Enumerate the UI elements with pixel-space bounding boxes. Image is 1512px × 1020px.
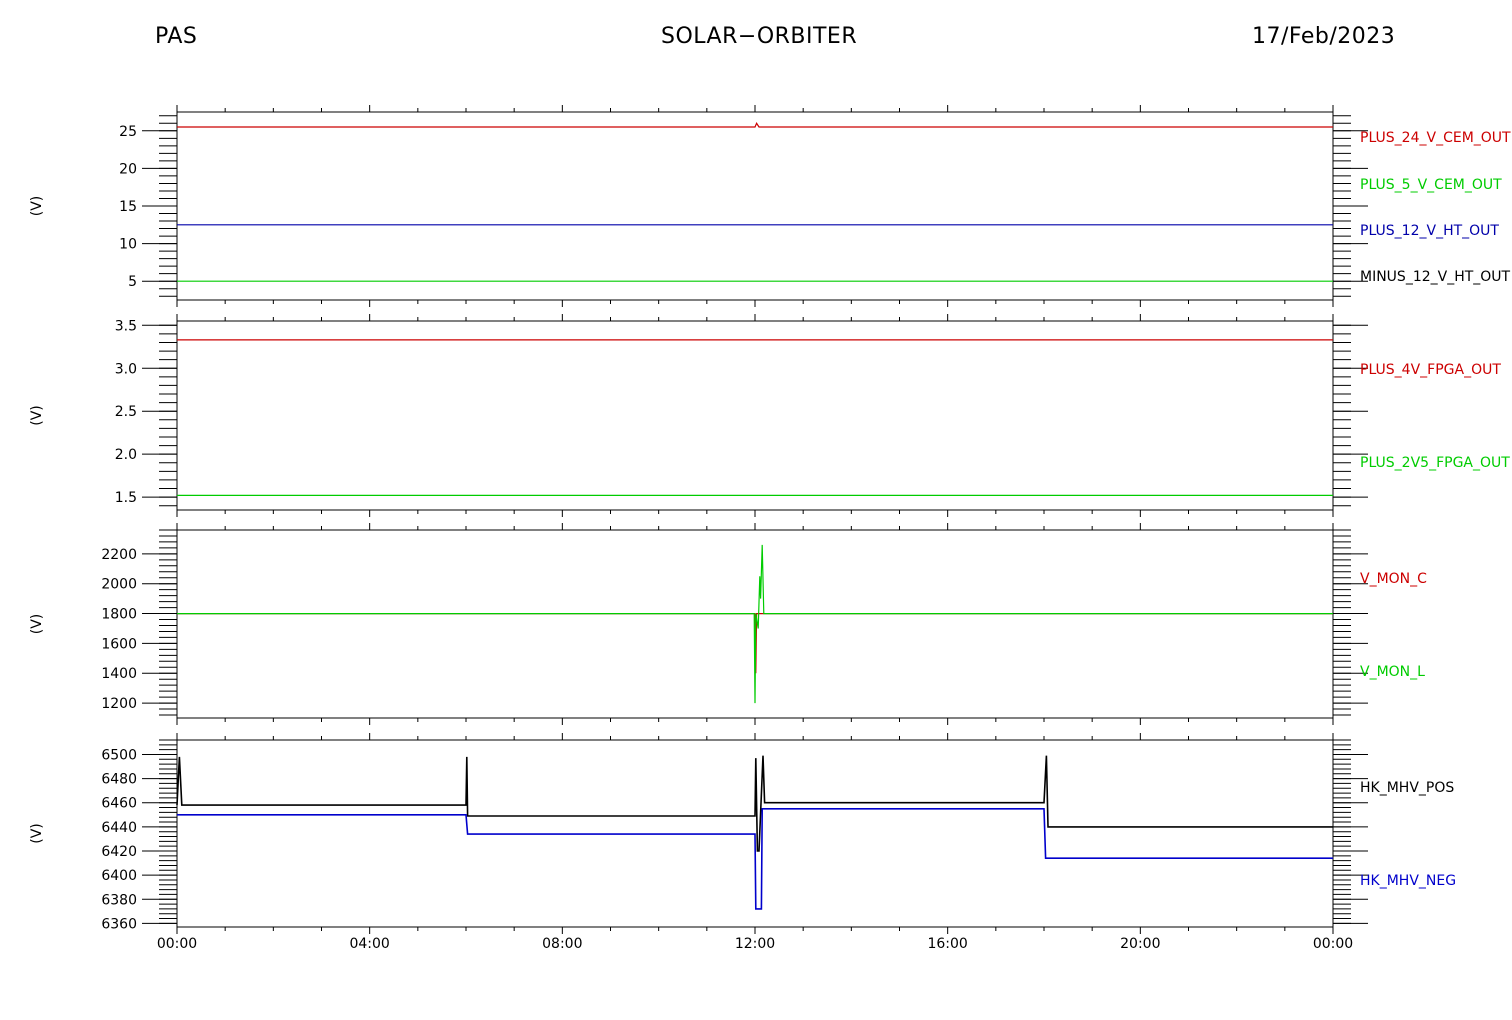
x-tick-label: 08:00	[542, 936, 582, 952]
y-tick-label: 6500	[101, 747, 137, 763]
y-tick-label: 1600	[101, 636, 137, 652]
series-label: PLUS_12_V_HT_OUT	[1360, 223, 1499, 239]
y-tick-label: 6400	[101, 868, 137, 884]
y-axis-label: (V)	[29, 614, 45, 635]
panel-frame	[176, 111, 1334, 301]
series-label: V_MON_L	[1360, 664, 1425, 680]
x-tick-label: 20:00	[1120, 936, 1160, 952]
y-axis-label: (V)	[29, 405, 45, 426]
y-axis-label: (V)	[29, 196, 45, 217]
panel-frame	[176, 320, 1334, 511]
y-tick-label: 20	[119, 161, 137, 177]
y-tick-label: 6420	[101, 844, 137, 860]
y-tick-label: 6440	[101, 820, 137, 836]
y-tick-label: 5	[128, 274, 137, 290]
y-tick-label: 2.5	[115, 404, 137, 420]
series-label: HK_MHV_NEG	[1360, 873, 1456, 889]
y-tick-label: 10	[119, 237, 137, 253]
y-tick-label: 1800	[101, 607, 137, 623]
y-tick-label: 3.5	[115, 318, 137, 334]
series-label: PLUS_4V_FPGA_OUT	[1360, 362, 1501, 378]
y-tick-label: 1400	[101, 666, 137, 682]
x-tick-label: 00:00	[157, 936, 197, 952]
x-tick-label: 04:00	[349, 936, 389, 952]
housekeeping-chart: 5 10 15 20 25 (V) PLUS_24_V_CEM_OUT PLUS_5_V_CE…	[29, 105, 1511, 952]
y-tick-label: 6360	[101, 916, 137, 932]
x-tick-label: 00:00	[1313, 936, 1353, 952]
series-label: MINUS_12_V_HT_OUT	[1360, 269, 1511, 285]
x-tick-label: 12:00	[735, 936, 775, 952]
y-tick-label: 2000	[101, 577, 137, 593]
y-tick-label: 1200	[101, 696, 137, 712]
series-label: PLUS_5_V_CEM_OUT	[1360, 177, 1502, 193]
y-tick-label: 1.5	[115, 490, 137, 506]
x-tick-label: 16:00	[927, 936, 967, 952]
y-tick-label: 25	[119, 124, 137, 140]
series-line	[177, 122, 1333, 128]
y-tick-label: 6480	[101, 772, 137, 788]
y-tick-label: 2200	[101, 547, 137, 563]
y-axis-label: (V)	[29, 823, 45, 844]
y-tick-label: 3.0	[115, 361, 137, 377]
y-tick-label: 2.0	[115, 447, 137, 463]
y-tick-label: 15	[119, 199, 137, 215]
series-label: PLUS_2V5_FPGA_OUT	[1360, 455, 1510, 471]
series-line	[177, 807, 1333, 910]
y-tick-label: 6380	[101, 892, 137, 908]
series-label: HK_MHV_POS	[1360, 780, 1454, 796]
series-label: PLUS_24_V_CEM_OUT	[1360, 130, 1511, 146]
y-tick-label: 6460	[101, 796, 137, 812]
series-label: V_MON_C	[1360, 571, 1427, 587]
